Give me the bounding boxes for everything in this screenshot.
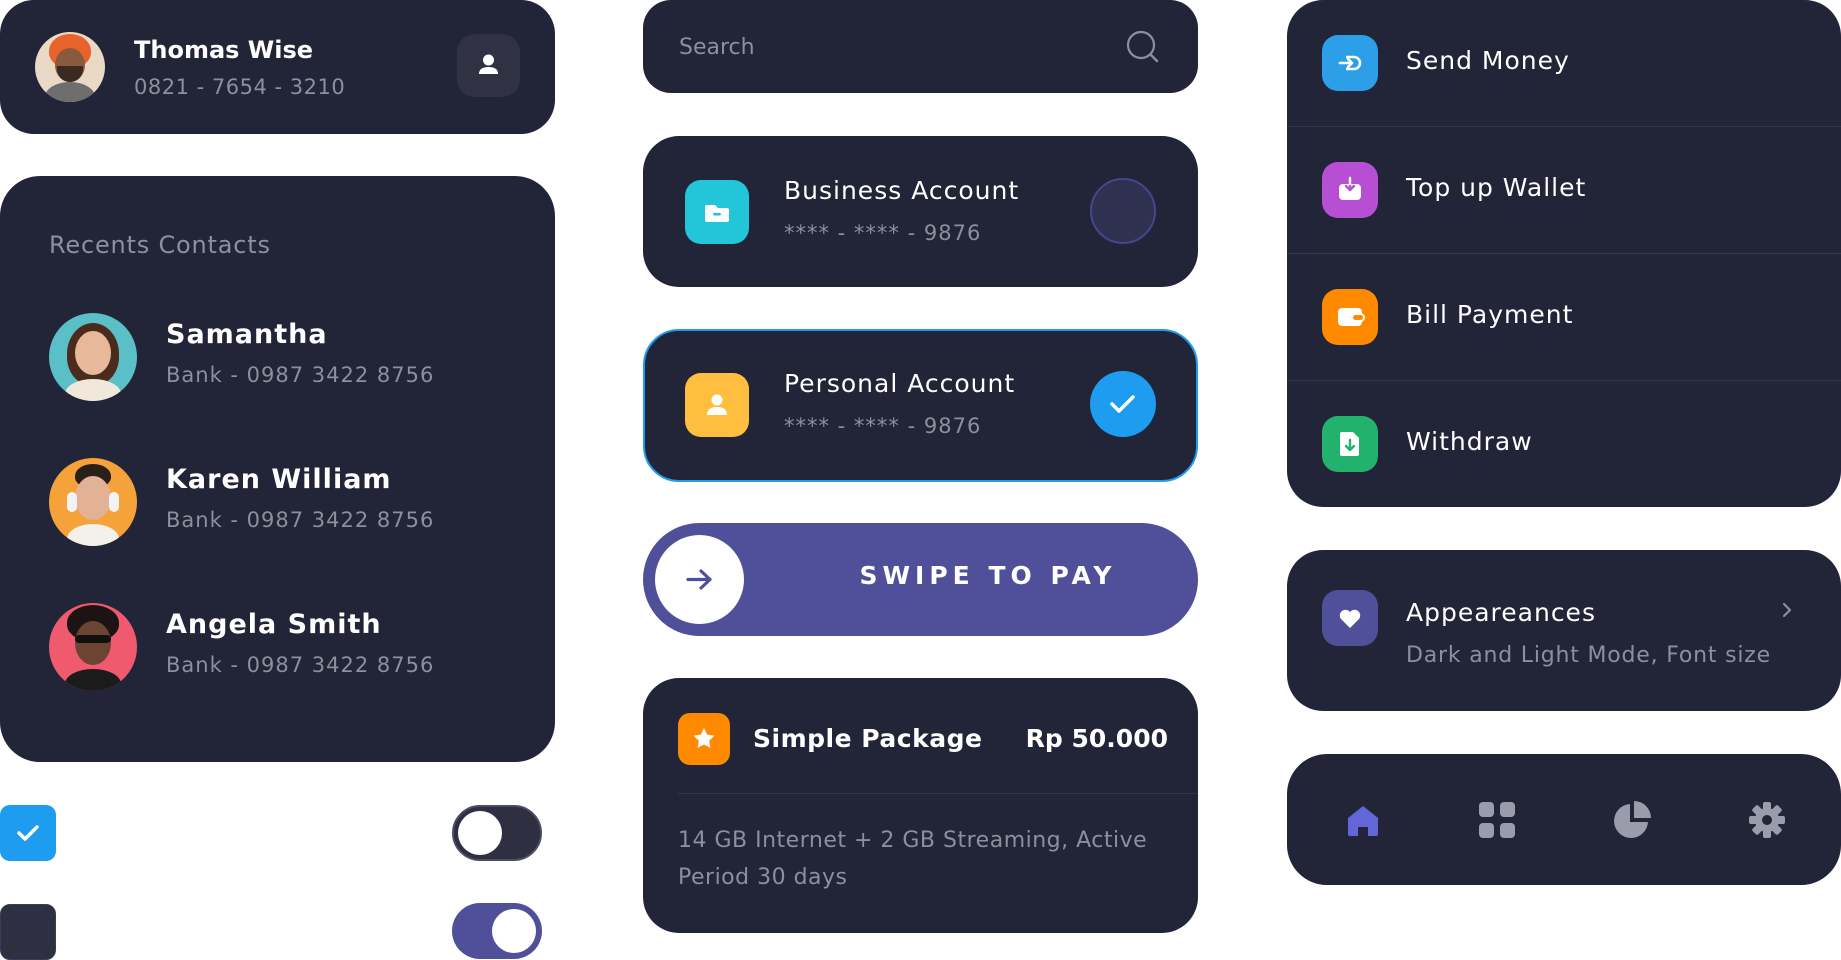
toggle-knob	[458, 811, 502, 855]
menu-item-withdraw[interactable]: Withdraw	[1287, 381, 1841, 507]
account-card-business[interactable]: Business Account **** - **** - 9876	[643, 136, 1198, 287]
package-price: Rp 50.000	[1025, 724, 1168, 753]
wallet-icon	[1338, 308, 1365, 326]
nav-apps[interactable]	[1475, 798, 1519, 842]
account-name: Business Account	[784, 176, 1020, 205]
contact-item[interactable]: Samantha Bank - 0987 3422 8756	[0, 313, 555, 403]
bottom-nav-bar	[1287, 754, 1841, 885]
account-icon-box	[685, 180, 749, 244]
menu-label: Bill Payment	[1406, 300, 1574, 329]
account-number: **** - **** - 9876	[784, 221, 982, 245]
contact-avatar	[49, 458, 137, 546]
contact-bank: Bank - 0987 3422 8756	[166, 363, 435, 387]
nav-home[interactable]	[1341, 798, 1385, 842]
profile-phone: 0821 - 7654 - 3210	[134, 75, 346, 99]
nav-stats[interactable]	[1610, 798, 1654, 842]
recent-contacts-card: Recents Contacts Samantha Bank - 0987 34…	[0, 176, 555, 762]
account-number: **** - **** - 9876	[784, 414, 982, 438]
menu-icon-box	[1322, 416, 1378, 472]
package-name: Simple Package	[753, 724, 983, 753]
search-bar	[643, 0, 1198, 93]
pie-chart-icon	[1614, 801, 1651, 838]
search-icon[interactable]	[1125, 29, 1161, 65]
appearances-card[interactable]: Appeareances Dark and Light Mode, Font s…	[1287, 550, 1841, 711]
toggle-off[interactable]	[452, 805, 542, 861]
contact-avatar	[49, 313, 137, 401]
menu-label: Top up Wallet	[1406, 173, 1587, 202]
contact-bank: Bank - 0987 3422 8756	[166, 508, 435, 532]
swipe-label: SWIPE TO PAY	[859, 561, 1117, 590]
search-input[interactable]	[677, 22, 1101, 72]
menu-icon-box	[1322, 162, 1378, 218]
checkbox-unchecked[interactable]	[0, 904, 56, 960]
star-icon	[693, 728, 715, 748]
contact-name: Karen William	[166, 464, 392, 495]
account-radio-unselected[interactable]	[1090, 178, 1156, 244]
swipe-handle[interactable]	[655, 535, 744, 624]
menu-item-bill-payment[interactable]: Bill Payment	[1287, 254, 1841, 380]
contact-item[interactable]: Angela Smith Bank - 0987 3422 8756	[0, 603, 555, 693]
heart-icon	[1339, 609, 1361, 628]
home-icon	[1348, 806, 1378, 836]
arrow-right-icon	[686, 569, 712, 590]
contact-item[interactable]: Karen William Bank - 0987 3422 8756	[0, 458, 555, 548]
account-icon-box	[685, 373, 749, 437]
toggle-knob	[492, 909, 536, 953]
contact-name: Angela Smith	[166, 609, 382, 640]
menu-item-top-up[interactable]: Top up Wallet	[1287, 127, 1841, 253]
checkbox-checked[interactable]	[0, 805, 56, 861]
grid-icon	[1479, 802, 1515, 838]
contact-name: Samantha	[166, 319, 328, 350]
package-icon-box	[678, 713, 730, 765]
menu-icon-box	[1322, 35, 1378, 91]
divider	[678, 793, 1198, 794]
account-name: Personal Account	[784, 369, 1016, 398]
download-icon	[1339, 176, 1361, 200]
profile-card: Thomas Wise 0821 - 7654 - 3210	[0, 0, 555, 134]
chevron-right-icon[interactable]	[1777, 600, 1797, 620]
contact-bank: Bank - 0987 3422 8756	[166, 653, 435, 677]
folder-icon	[705, 205, 729, 222]
appearances-subtitle: Dark and Light Mode, Font size	[1406, 643, 1771, 668]
menu-label: Send Money	[1406, 46, 1570, 75]
profile-avatar[interactable]	[35, 32, 105, 102]
swipe-to-pay-slider[interactable]: SWIPE TO PAY	[643, 523, 1198, 636]
profile-name: Thomas Wise	[134, 36, 314, 64]
user-icon	[479, 54, 498, 74]
account-radio-selected[interactable]	[1090, 371, 1156, 437]
contact-avatar	[49, 603, 137, 691]
gear-icon	[1749, 802, 1785, 838]
appearance-icon-box	[1322, 590, 1378, 646]
nav-settings[interactable]	[1745, 798, 1789, 842]
package-description: 14 GB Internet + 2 GB Streaming, Active …	[678, 828, 1148, 890]
check-icon	[17, 825, 39, 841]
menu-item-send-money[interactable]: Send Money	[1287, 0, 1841, 126]
menu-label: Withdraw	[1406, 427, 1533, 456]
package-card[interactable]: Simple Package Rp 50.000 14 GB Internet …	[643, 678, 1198, 933]
user-icon	[707, 394, 727, 415]
withdraw-icon	[1340, 432, 1359, 456]
toggle-on[interactable]	[452, 903, 542, 959]
appearances-title: Appeareances	[1406, 598, 1596, 627]
send-icon	[1338, 55, 1362, 71]
profile-button[interactable]	[457, 34, 520, 97]
check-icon	[1110, 395, 1135, 413]
account-card-personal[interactable]: Personal Account **** - **** - 9876	[643, 329, 1198, 482]
menu-icon-box	[1322, 289, 1378, 345]
action-menu-card: Send Money Top up Wallet Bill Payment Wi…	[1287, 0, 1841, 507]
recents-title: Recents Contacts	[49, 231, 271, 259]
